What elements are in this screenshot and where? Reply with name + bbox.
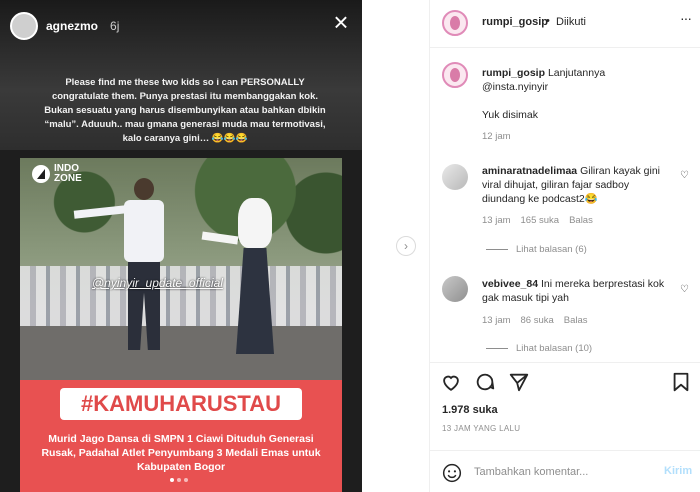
caption-avatar[interactable] bbox=[442, 62, 468, 88]
caption-username[interactable]: rumpi_gosip bbox=[482, 67, 545, 79]
caption-meta: 12 jam bbox=[482, 131, 511, 142]
comment-username[interactable]: vebivee_84 bbox=[482, 278, 538, 290]
story-image: INDO ZONE @nyinyir_update_official bbox=[20, 158, 342, 380]
comment-text: aminaratnadelimaa Giliran kayak gini vir… bbox=[482, 164, 672, 206]
story-caption: Please find me these two kids so i can P… bbox=[44, 77, 326, 144]
dancing-boy-figure bbox=[73, 178, 166, 358]
reply-button[interactable]: Balas bbox=[569, 215, 593, 226]
view-replies-label[interactable]: Lihat balasan (10) bbox=[516, 343, 592, 354]
comment-avatar[interactable] bbox=[442, 276, 468, 302]
posted-time: 13 JAM YANG LALU bbox=[442, 424, 521, 433]
hashtag-title: #KAMUHARUSTAU bbox=[80, 391, 282, 416]
caption-time: 12 jam bbox=[482, 131, 511, 142]
replies-divider bbox=[486, 348, 508, 349]
view-replies[interactable]: Lihat balasan (10) bbox=[486, 343, 592, 354]
comment-like-icon[interactable]: ♡ bbox=[680, 284, 689, 295]
next-arrow-button[interactable]: › bbox=[396, 236, 416, 256]
crowd-background bbox=[20, 266, 342, 326]
caption-line2: Yuk disimak bbox=[482, 109, 539, 121]
caption-mention[interactable]: @insta.nyinyir bbox=[482, 81, 548, 93]
bookmark-icon[interactable] bbox=[670, 371, 692, 393]
comment-meta: 13 jam 86 suka Balas bbox=[482, 315, 588, 326]
heart-icon[interactable] bbox=[440, 371, 462, 393]
media-logo-text: INDO ZONE bbox=[54, 163, 82, 184]
separator-dot: • bbox=[546, 15, 550, 27]
story-banner: #KAMUHARUSTAU Murid Jago Dansa di SMPN 1… bbox=[20, 380, 342, 492]
comment-bar: Kirim bbox=[430, 450, 700, 492]
comment-icon[interactable] bbox=[474, 371, 496, 393]
header-username[interactable]: rumpi_gosip bbox=[482, 16, 548, 28]
comment-avatar[interactable] bbox=[442, 164, 468, 190]
comment-meta: 13 jam 165 suka Balas bbox=[482, 215, 593, 226]
send-button[interactable]: Kirim bbox=[664, 465, 692, 477]
story-avatar[interactable] bbox=[10, 12, 38, 40]
banner-headline: Murid Jago Dansa di SMPN 1 Ciawi Dituduh… bbox=[41, 433, 321, 473]
emoji-icon[interactable] bbox=[442, 463, 462, 483]
comment-input[interactable] bbox=[474, 463, 654, 481]
post-panel: rumpi_gosip • Diikuti ··· rumpi_gosip La… bbox=[430, 0, 700, 492]
avatar[interactable] bbox=[442, 10, 468, 36]
reply-button[interactable]: Balas bbox=[564, 315, 588, 326]
media-logo: INDO ZONE bbox=[32, 164, 88, 184]
likes-count[interactable]: 1.978 suka bbox=[442, 404, 498, 416]
story-viewer: agnezmo 6j × Please find me these two ki… bbox=[0, 0, 362, 492]
hashtag-box: #KAMUHARUSTAU bbox=[60, 388, 302, 420]
close-icon[interactable]: × bbox=[328, 9, 354, 36]
comment-text: vebivee_84 Ini mereka berprestasi kok ga… bbox=[482, 277, 672, 305]
indozone-logo-icon bbox=[32, 165, 50, 183]
replies-divider bbox=[486, 249, 508, 250]
comment-likes[interactable]: 165 suka bbox=[521, 215, 560, 226]
ground bbox=[20, 326, 342, 380]
story-time: 6j bbox=[110, 19, 120, 33]
caption-body: Lanjutannya bbox=[547, 67, 606, 79]
caption-text: rumpi_gosip Lanjutannya @insta.nyinyir bbox=[482, 66, 682, 94]
follow-status[interactable]: Diikuti bbox=[556, 16, 586, 28]
post-header: rumpi_gosip • Diikuti ··· bbox=[430, 0, 700, 48]
share-icon[interactable] bbox=[508, 371, 530, 393]
watermark-text: @nyinyir_update_official bbox=[92, 276, 223, 290]
story-username[interactable]: agnezmo bbox=[46, 19, 98, 33]
dancing-girl-figure bbox=[201, 198, 278, 358]
comment-username[interactable]: aminaratnadelimaa bbox=[482, 165, 577, 177]
comment-time: 13 jam bbox=[482, 315, 511, 326]
carousel-dots bbox=[170, 478, 188, 482]
story-header: agnezmo 6j bbox=[10, 12, 119, 40]
comment-time: 13 jam bbox=[482, 215, 511, 226]
view-replies-label[interactable]: Lihat balasan (6) bbox=[516, 244, 587, 255]
comment-likes[interactable]: 86 suka bbox=[521, 315, 554, 326]
view-replies[interactable]: Lihat balasan (6) bbox=[486, 244, 587, 255]
action-bar bbox=[430, 362, 700, 398]
comment-like-icon[interactable]: ♡ bbox=[680, 170, 689, 181]
more-options-icon[interactable]: ··· bbox=[680, 10, 692, 26]
